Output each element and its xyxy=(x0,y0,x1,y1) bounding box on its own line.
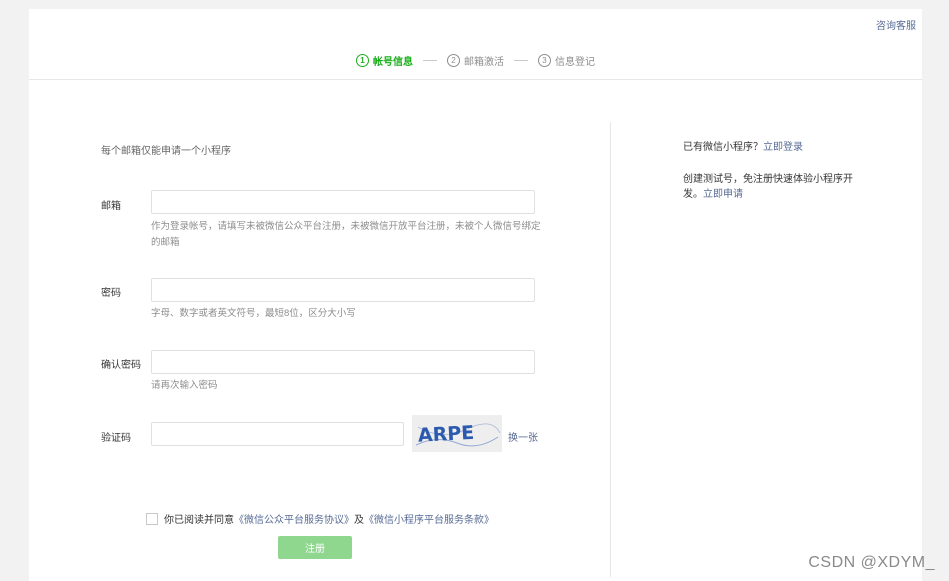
step-number-icon: 2 xyxy=(447,54,460,67)
step-separator xyxy=(423,60,437,61)
platform-terms-link[interactable]: 《微信小程序平台服务条款》 xyxy=(364,511,494,526)
password-hint: 字母、数字或者英文符号，最短8位，区分大小写 xyxy=(151,308,356,319)
email-input[interactable] xyxy=(151,190,535,214)
agreement-middle: 及 xyxy=(354,515,364,526)
password-label: 密码 xyxy=(101,288,121,299)
captcha-image[interactable]: ARPE xyxy=(412,415,502,452)
confirm-password-hint: 请再次输入密码 xyxy=(151,380,218,391)
watermark: CSDN @XDYM_ xyxy=(808,554,935,571)
vertical-divider xyxy=(610,122,611,577)
step-email-activation: 2 邮箱激活 xyxy=(447,53,504,68)
step-separator xyxy=(514,60,528,61)
captcha-graphic: ARPE xyxy=(412,415,502,452)
has-account-text: 已有微信小程序？ xyxy=(683,142,763,153)
step-info-registration: 3 信息登记 xyxy=(538,53,595,68)
login-link[interactable]: 立即登录 xyxy=(763,142,803,153)
step-label: 信息登记 xyxy=(555,57,595,68)
customer-service-link[interactable]: 咨询客服 xyxy=(876,17,916,32)
registration-card: 咨询客服 1 帐号信息 2 邮箱激活 3 信息登记 每个邮箱仅能申请一个小程序 … xyxy=(29,9,922,581)
form-intro: 每个邮箱仅能申请一个小程序 xyxy=(101,146,231,157)
email-label: 邮箱 xyxy=(101,201,121,212)
sidebar-login: 已有微信小程序？立即登录 xyxy=(683,140,803,155)
captcha-text: ARPE xyxy=(417,422,474,447)
agreement-prefix: 你已阅读并同意 xyxy=(164,515,234,526)
confirm-password-label: 确认密码 xyxy=(101,360,141,371)
agreement-row: 你已阅读并同意 《微信公众平台服务协议》 及 《微信小程序平台服务条款》 xyxy=(146,511,494,526)
step-indicator: 1 帐号信息 2 邮箱激活 3 信息登记 xyxy=(29,53,922,68)
step-number-icon: 1 xyxy=(356,54,369,67)
apply-link[interactable]: 立即申请 xyxy=(703,189,743,200)
email-hint: 作为登录帐号，请填写未被微信公众平台注册，未被微信开放平台注册，未被个人微信号绑… xyxy=(151,221,541,248)
captcha-label: 验证码 xyxy=(101,433,131,444)
sidebar-test-account: 创建测试号，免注册快速体验小程序开发。立即申请 xyxy=(683,172,858,202)
agreement-checkbox[interactable] xyxy=(146,512,158,525)
captcha-input[interactable] xyxy=(151,422,404,446)
header-divider xyxy=(29,79,922,80)
step-label: 帐号信息 xyxy=(373,57,413,68)
captcha-refresh-link[interactable]: 换一张 xyxy=(508,429,538,444)
service-agreement-link[interactable]: 《微信公众平台服务协议》 xyxy=(234,511,354,526)
step-account-info: 1 帐号信息 xyxy=(356,53,413,68)
password-input[interactable] xyxy=(151,278,535,302)
confirm-password-input[interactable] xyxy=(151,350,535,374)
step-label: 邮箱激活 xyxy=(464,57,504,68)
step-number-icon: 3 xyxy=(538,54,551,67)
register-button[interactable]: 注册 xyxy=(278,536,352,559)
